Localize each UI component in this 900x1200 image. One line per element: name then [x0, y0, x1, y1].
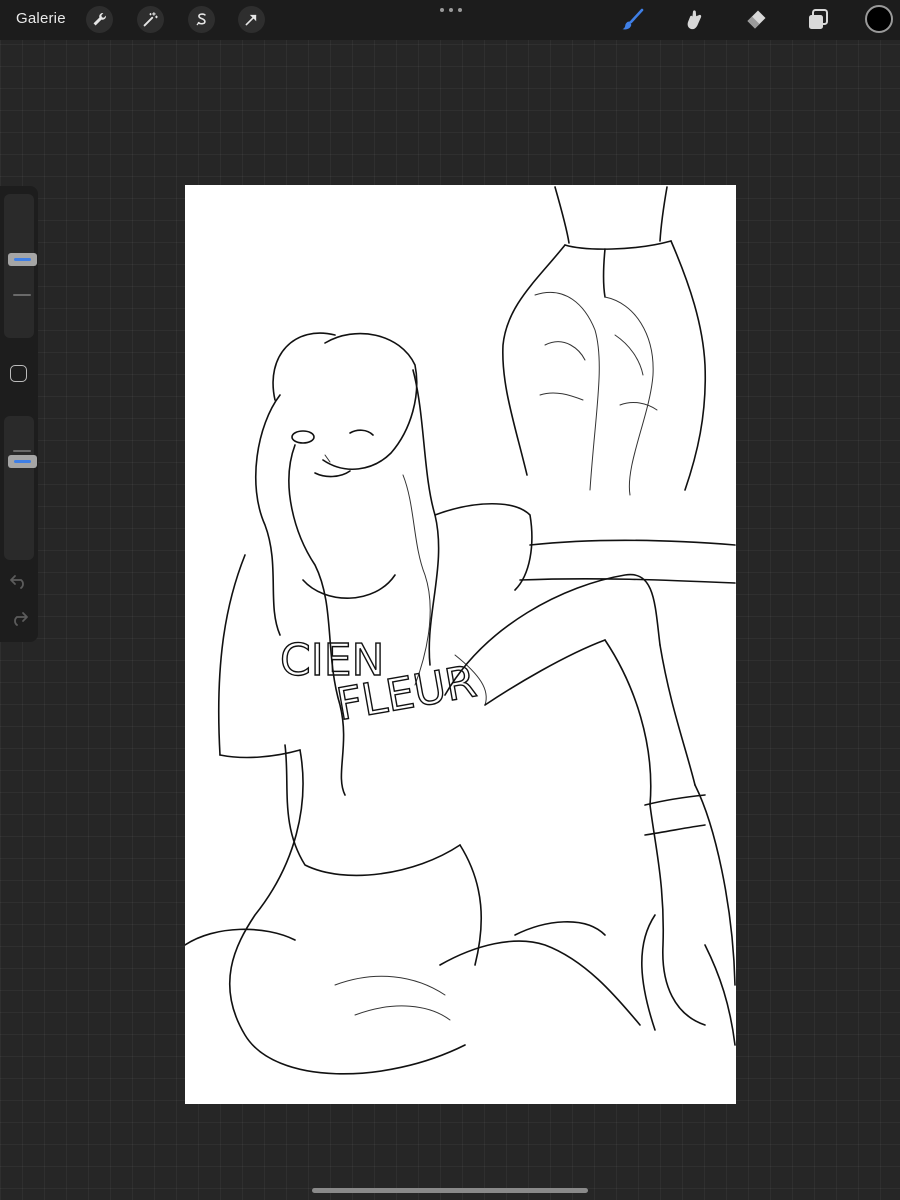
brush-size-slider[interactable] [4, 194, 37, 338]
square-modify-icon[interactable] [10, 365, 27, 382]
brush-icon [622, 8, 644, 30]
slider-tick [13, 450, 31, 452]
gallery-button[interactable]: Galerie [16, 10, 66, 27]
magic-wand-icon [143, 12, 158, 27]
drawing-canvas[interactable]: CIEN FLEUR [185, 185, 736, 1104]
brush-size-thumb[interactable] [8, 253, 37, 266]
redo-arrow-icon[interactable] [9, 610, 29, 626]
transform-button[interactable] [238, 6, 265, 33]
layers-icon [809, 9, 828, 29]
selection-s-icon [196, 13, 206, 26]
sketch-artwork: CIEN FLEUR [185, 186, 736, 1075]
selection-button[interactable] [188, 6, 215, 33]
adjustments-button[interactable] [137, 6, 164, 33]
more-options-icon[interactable] [440, 2, 462, 18]
eraser-icon [747, 10, 766, 29]
jeans-study-sketch [502, 186, 707, 496]
home-indicator[interactable] [312, 1188, 588, 1193]
figure-shirt-sketch: CIEN FLEUR [217, 503, 736, 877]
color-picker-swatch[interactable] [865, 5, 893, 33]
undo-arrow-icon[interactable] [9, 573, 29, 589]
eraser-button[interactable] [742, 6, 770, 34]
slider-tick [13, 294, 31, 296]
smudge-finger-icon [687, 10, 702, 30]
actions-button[interactable] [86, 6, 113, 33]
paint-brush-button[interactable] [619, 6, 647, 34]
smudge-button[interactable] [680, 6, 708, 34]
opacity-slider[interactable] [4, 416, 37, 560]
figure-legs-sketch [185, 573, 736, 1075]
layers-button[interactable] [804, 6, 832, 34]
arrow-cursor-icon [245, 14, 257, 26]
opacity-thumb[interactable] [8, 455, 37, 468]
sidebar [0, 186, 38, 642]
top-toolbar: Galerie [0, 0, 900, 40]
wrench-icon [93, 13, 106, 26]
